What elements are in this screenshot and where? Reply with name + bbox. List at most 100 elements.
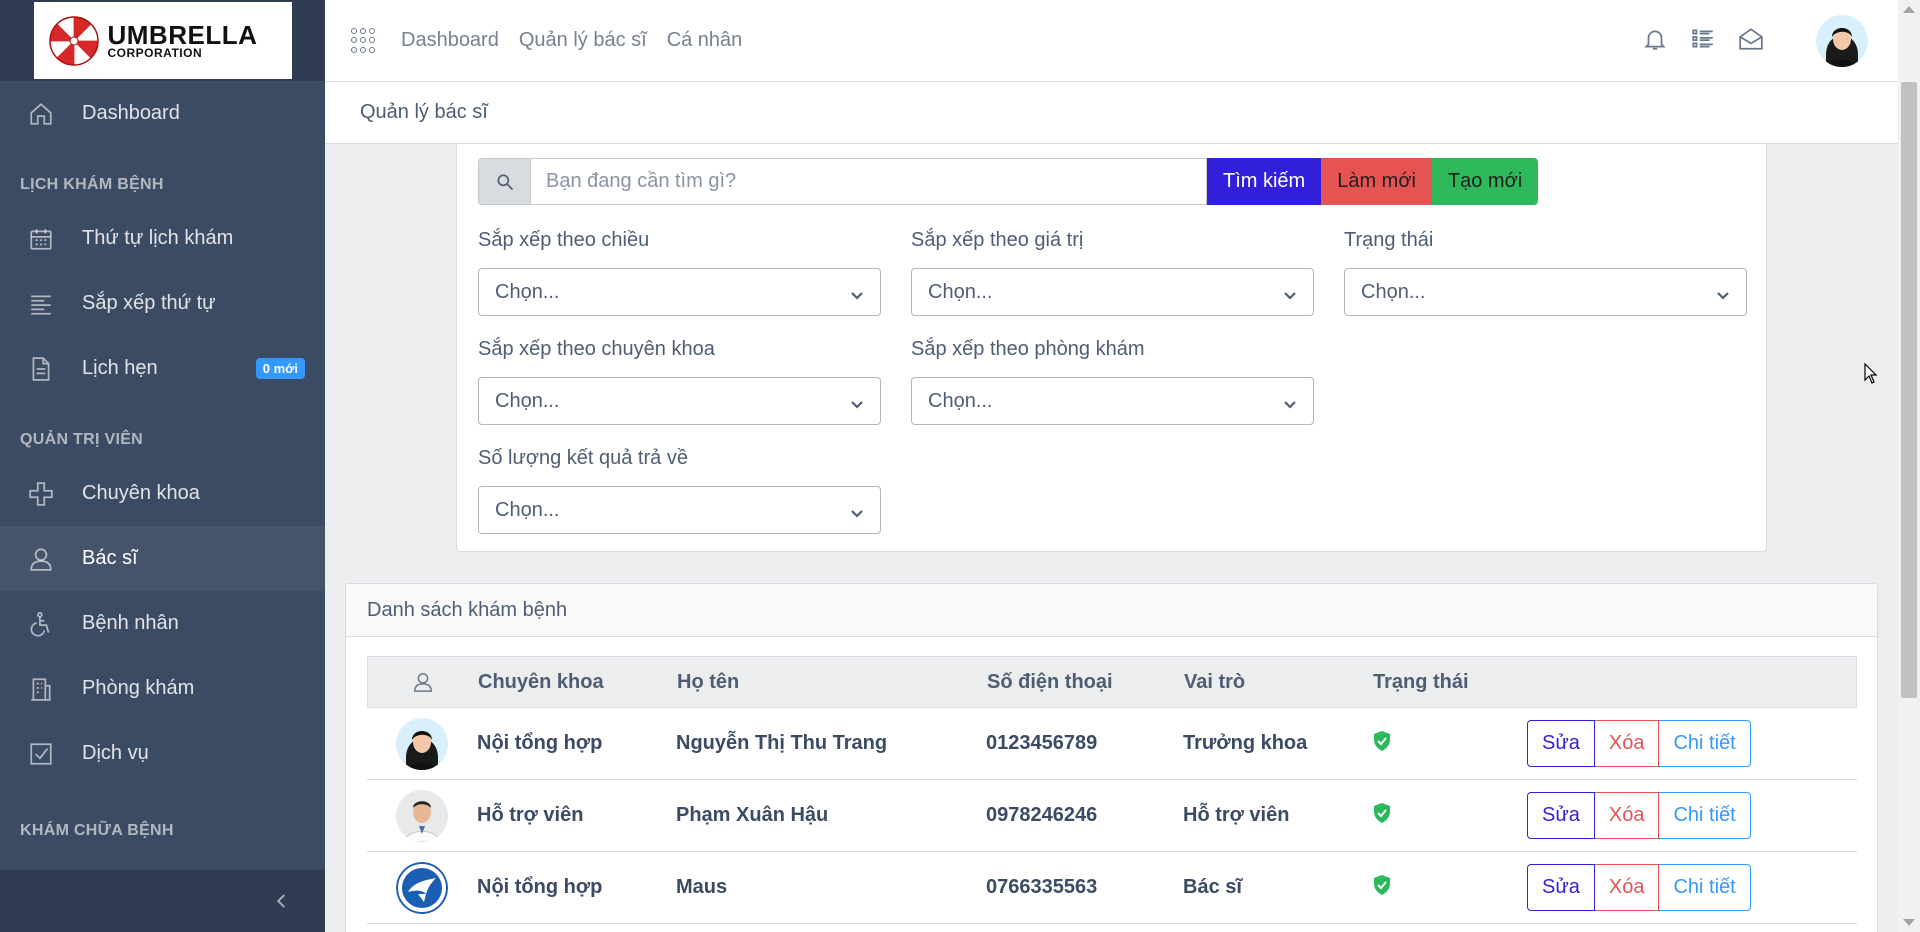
- role-cell: Bác sĩ: [1183, 876, 1242, 898]
- chevron-down-icon: [850, 285, 864, 300]
- edit-button[interactable]: Sửa: [1527, 720, 1595, 767]
- edit-button[interactable]: Sửa: [1527, 792, 1595, 839]
- doctor-avatar: [396, 789, 448, 842]
- sidebar-item-dashboard[interactable]: Dashboard: [0, 81, 325, 146]
- chevron-down-icon: [850, 394, 864, 409]
- name-cell: Maus: [676, 876, 728, 898]
- column-header[interactable]: Số điện thoại: [987, 671, 1184, 694]
- specialty-cell: Hỗ trợ viên: [477, 804, 584, 826]
- create-button[interactable]: Tạo mới: [1431, 158, 1539, 205]
- specialty-cell: Nội tổng hợp: [477, 876, 603, 898]
- scroll-up-arrow-icon[interactable]: [1903, 6, 1915, 13]
- delete-button[interactable]: Xóa: [1594, 792, 1660, 839]
- bell-icon[interactable]: [1642, 26, 1668, 57]
- table-row: Nội tổng hợp Nguyễn Thị Thu Trang 012345…: [367, 708, 1857, 780]
- column-header[interactable]: Họ tên: [677, 671, 987, 694]
- sort-value-select[interactable]: Chọn...: [911, 268, 1314, 316]
- sidebar-item-clinics[interactable]: Phòng khám: [0, 656, 325, 721]
- sort-specialty-select[interactable]: Chọn...: [478, 377, 881, 425]
- column-header[interactable]: Vai trò: [1184, 671, 1373, 694]
- page-scrollbar[interactable]: [1898, 0, 1920, 932]
- nav-section-title: LỊCH KHÁM BỆNH: [20, 176, 164, 193]
- search-button[interactable]: Tìm kiếm: [1207, 158, 1322, 205]
- breadcrumb: Quản lý bác sĩ: [325, 82, 1898, 144]
- detail-button[interactable]: Chi tiết: [1659, 720, 1751, 767]
- sort-clinic-select[interactable]: Chọn...: [911, 377, 1314, 425]
- brand[interactable]: UMBRELLA CORPORATION: [0, 0, 325, 81]
- table-header: Chuyên khoa Họ tên Số điện thoại Vai trò…: [367, 656, 1857, 708]
- sidebar-nav: Dashboard LỊCH KHÁM BỆNH Thứ tự lịch khá…: [0, 81, 325, 852]
- search-icon: [478, 158, 531, 205]
- align-left-icon: [28, 291, 54, 317]
- sidebar-item-services[interactable]: Dịch vụ: [0, 721, 325, 786]
- role-cell: Trưởng khoa: [1183, 732, 1308, 754]
- chevron-down-icon: [1716, 285, 1730, 300]
- sidebar-item-doctors[interactable]: Bác sĩ: [0, 526, 325, 591]
- sort-direction-select[interactable]: Chọn...: [478, 268, 881, 316]
- search-bar: Bạn đang cần tìm gì? Tìm kiếm Làm mới Tạ…: [478, 158, 1539, 205]
- table-row: Hỗ trợ viên Phạm Xuân Hậu 0978246246 Hỗ …: [367, 780, 1857, 852]
- calendar-icon: [28, 226, 54, 252]
- sort-clinic-group: Sắp xếp theo phòng khám Chọn...: [911, 338, 1314, 425]
- nav-section-title: QUẢN TRỊ VIÊN: [20, 431, 144, 448]
- sidebar-minimize-button[interactable]: [0, 870, 325, 932]
- role-cell: Hỗ trợ viên: [1183, 804, 1290, 826]
- apps-grid-icon[interactable]: [351, 27, 377, 54]
- sidebar-item-label: Thứ tự lịch khám: [82, 227, 234, 249]
- scrollbar-thumb[interactable]: [1901, 82, 1917, 698]
- doctor-avatar: [396, 717, 448, 770]
- header-link-doctor-management[interactable]: Quản lý bác sĩ: [519, 29, 647, 52]
- edit-button[interactable]: Sửa: [1527, 864, 1595, 911]
- select-value: Chọn...: [495, 389, 560, 412]
- detail-button[interactable]: Chi tiết: [1659, 792, 1751, 839]
- sidebar-item-label: Phòng khám: [82, 677, 195, 699]
- result-count-label: Số lượng kết quả trả về: [478, 447, 688, 469]
- plus-icon: [28, 481, 54, 507]
- detail-button[interactable]: Chi tiết: [1659, 864, 1751, 911]
- task-list-icon[interactable]: [1690, 26, 1716, 57]
- checkbox-icon: [28, 741, 54, 767]
- umbrella-logo: UMBRELLA CORPORATION: [33, 2, 292, 79]
- mouse-cursor-icon: [1864, 363, 1878, 384]
- reset-button[interactable]: Làm mới: [1321, 158, 1432, 205]
- chevron-down-icon: [850, 503, 864, 518]
- table-row: Nội tổng hợp Maus 0766335563 Bác sĩ Sửa …: [367, 852, 1857, 924]
- sort-value-group: Sắp xếp theo giá trị Chọn...: [911, 229, 1314, 316]
- sidebar-item-appointment-order[interactable]: Thứ tự lịch khám: [0, 206, 325, 271]
- sort-value-label: Sắp xếp theo giá trị: [911, 229, 1084, 251]
- doctor-avatar: [396, 861, 448, 914]
- phone-cell: 0123456789: [986, 732, 1098, 754]
- scroll-down-arrow-icon[interactable]: [1903, 919, 1915, 926]
- sidebar-item-sort-order[interactable]: Sắp xếp thứ tự: [0, 271, 325, 336]
- building-icon: [28, 676, 54, 702]
- search-input[interactable]: Bạn đang cần tìm gì?: [531, 158, 1207, 205]
- header-link-personal[interactable]: Cá nhân: [667, 29, 743, 52]
- delete-button[interactable]: Xóa: [1594, 720, 1660, 767]
- result-count-select[interactable]: Chọn...: [478, 486, 881, 534]
- chevron-down-icon: [1283, 394, 1297, 409]
- envelope-open-icon[interactable]: [1738, 26, 1764, 57]
- delete-button[interactable]: Xóa: [1594, 864, 1660, 911]
- sidebar-item-label: Lịch hẹn: [82, 357, 158, 379]
- column-header[interactable]: Chuyên khoa: [478, 671, 677, 694]
- sort-specialty-label: Sắp xếp theo chuyên khoa: [478, 338, 715, 360]
- new-count-badge: 0 mới: [255, 358, 305, 379]
- select-value: Chọn...: [1361, 280, 1426, 303]
- status-label: Trạng thái: [1344, 229, 1434, 251]
- status-select[interactable]: Chọn...: [1344, 268, 1747, 316]
- header-link-dashboard[interactable]: Dashboard: [401, 29, 499, 52]
- sidebar-item-patients[interactable]: Bệnh nhân: [0, 591, 325, 656]
- sidebar-item-label: Dashboard: [82, 102, 180, 124]
- sort-specialty-group: Sắp xếp theo chuyên khoa Chọn...: [478, 338, 881, 425]
- name-cell: Nguyễn Thị Thu Trang: [676, 732, 888, 754]
- sidebar-item-appointments[interactable]: Lịch hẹn 0 mới: [0, 336, 325, 401]
- sort-direction-label: Sắp xếp theo chiều: [478, 229, 650, 251]
- sidebar-item-label: Dịch vụ: [82, 742, 149, 764]
- document-icon: [28, 356, 54, 382]
- people-icon: [28, 546, 54, 572]
- umbrella-logo-icon: [48, 15, 99, 66]
- logo-line1: UMBRELLA: [107, 20, 258, 50]
- user-avatar[interactable]: [1816, 15, 1868, 67]
- sidebar-item-specialty[interactable]: Chuyên khoa: [0, 461, 325, 526]
- column-header[interactable]: Trạng thái: [1373, 671, 1528, 694]
